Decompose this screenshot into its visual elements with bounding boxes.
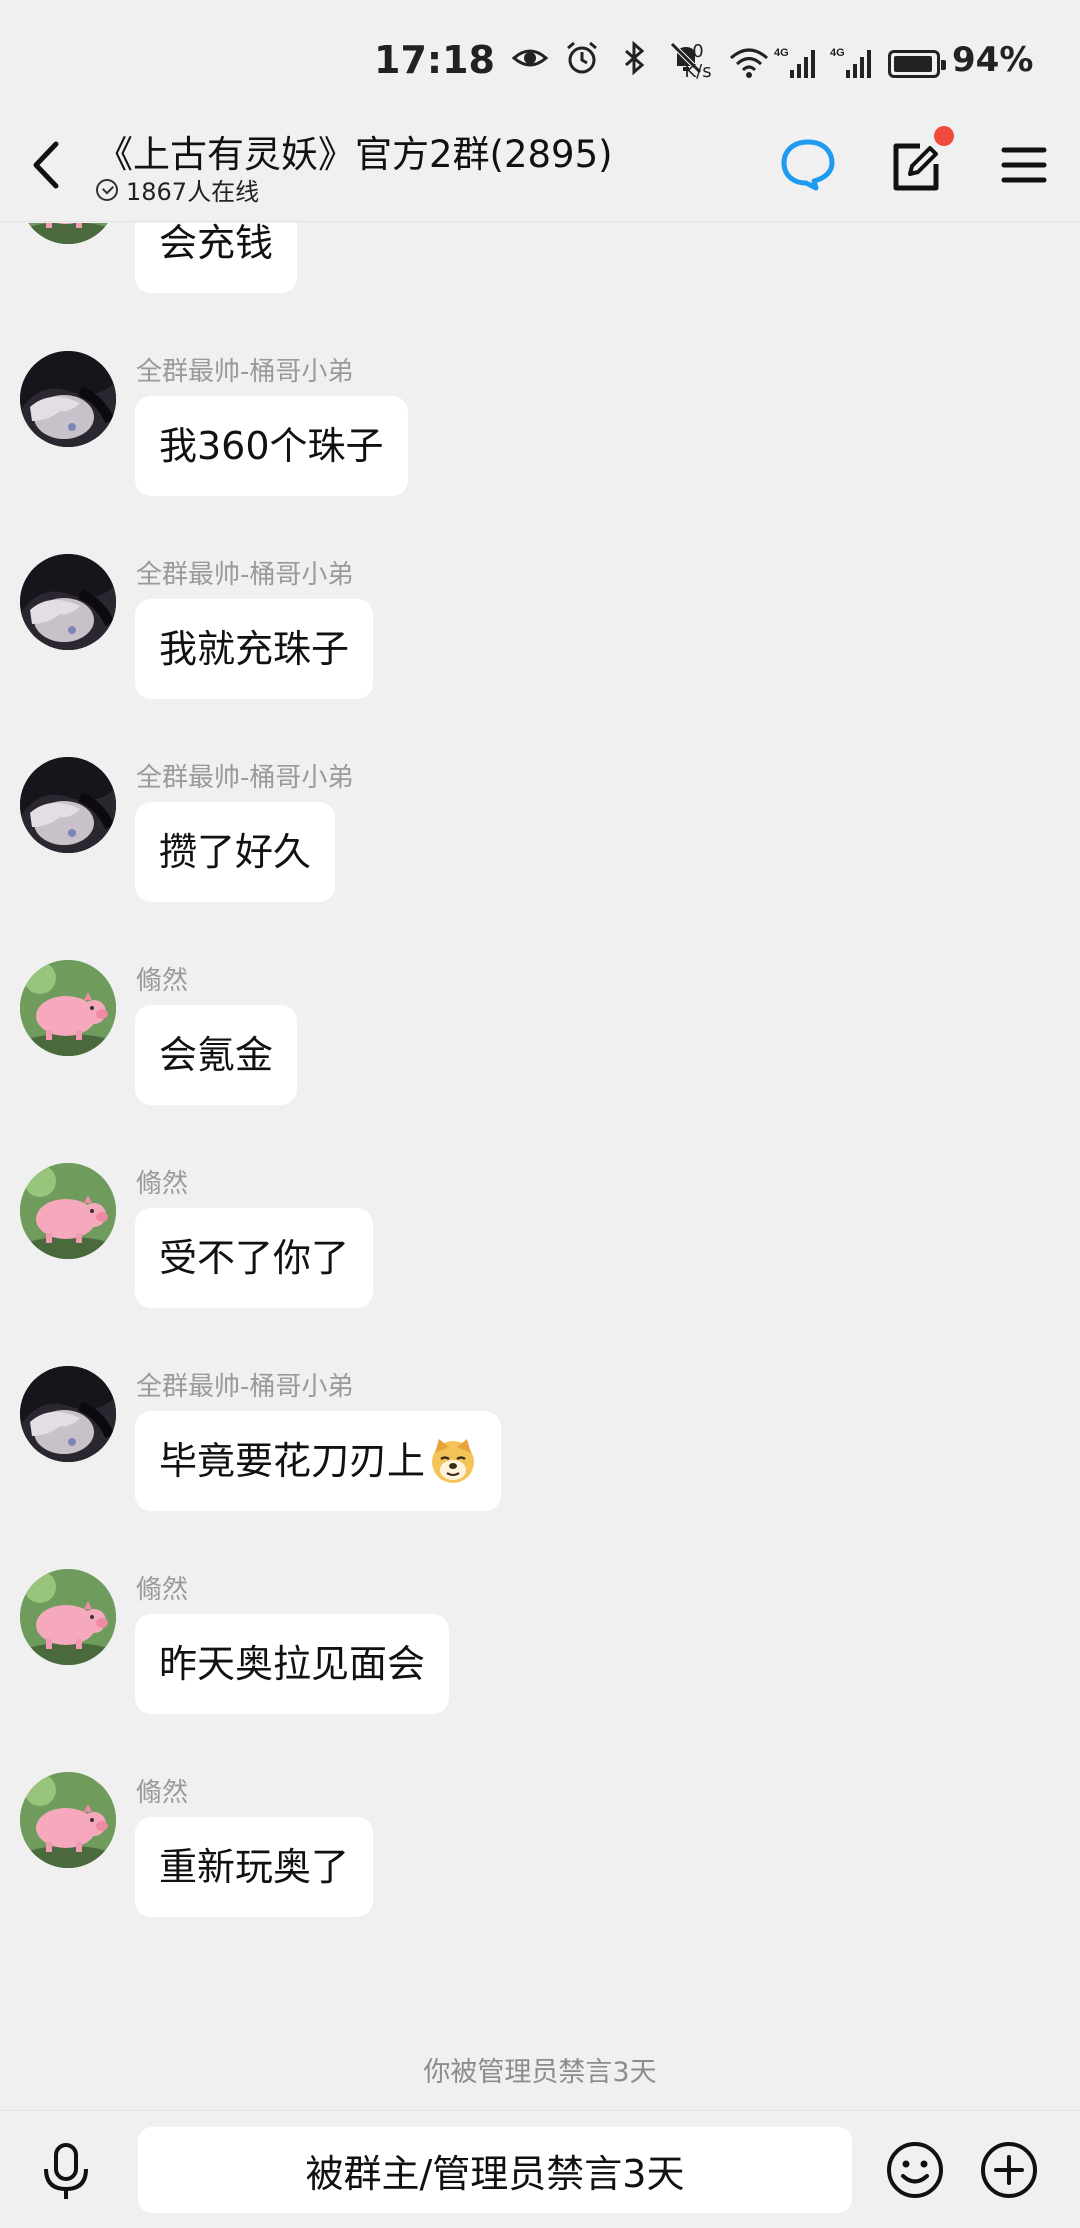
- message-bubble[interactable]: 攒了好久: [135, 802, 336, 902]
- message-bubble[interactable]: 受不了你了: [135, 1208, 374, 1308]
- eye-icon: [512, 49, 548, 67]
- battery-fill: [894, 56, 932, 72]
- back-button[interactable]: [20, 132, 76, 198]
- message-bubble[interactable]: 会氪金: [135, 1005, 298, 1105]
- sender-name[interactable]: 全群最帅-桶哥小弟: [136, 351, 353, 388]
- signal-icon: 4G: [830, 47, 871, 78]
- message-text: 会充钱: [159, 223, 274, 265]
- chat-bubble-icon[interactable]: [776, 132, 840, 198]
- message-text: 攒了好久: [159, 830, 312, 874]
- wifi-icon: [730, 48, 768, 78]
- anime-girl-avatar[interactable]: [20, 554, 116, 650]
- doge-emoji-icon: [432, 1439, 475, 1483]
- message-bubble[interactable]: 我就充珠子: [135, 599, 374, 699]
- message-text: 昨天奥拉见面会: [159, 1642, 426, 1686]
- message-text: 受不了你了: [159, 1236, 350, 1280]
- sender-name[interactable]: 翛然: [136, 1772, 188, 1809]
- plus-circle-icon[interactable]: [978, 2139, 1040, 2201]
- smiley-icon[interactable]: [884, 2139, 946, 2201]
- message-text: 毕竟要花刀刃上: [159, 1439, 426, 1483]
- pig-avatar[interactable]: [20, 960, 116, 1056]
- status-bar: 17:18 0 K/s 4G 4G 94%: [0, 0, 1080, 110]
- message-bubble[interactable]: 会充钱: [135, 223, 298, 293]
- signal-label-2: 4G: [830, 47, 845, 59]
- system-notice: 你被管理员禁言3天: [423, 2057, 657, 2088]
- message-bubble[interactable]: 毕竟要花刀刃上: [135, 1411, 502, 1511]
- sender-name[interactable]: 全群最帅-桶哥小弟: [136, 554, 353, 591]
- signal-label-1: 4G: [774, 47, 789, 59]
- battery-percent: 94%: [952, 40, 1034, 80]
- network-speed: 0 K/s: [678, 42, 718, 82]
- pig-avatar[interactable]: [20, 223, 116, 244]
- microphone-icon[interactable]: [38, 2141, 94, 2203]
- message-text: 我360个珠子: [159, 424, 384, 468]
- sender-name[interactable]: 翛然: [136, 1163, 188, 1200]
- message-bubble[interactable]: 我360个珠子: [135, 396, 408, 496]
- sender-name[interactable]: 全群最帅-桶哥小弟: [136, 757, 353, 794]
- chat-screen: 17:18 0 K/s 4G 4G 94% 《上古有灵妖》官方2群(2895) …: [0, 0, 1080, 2228]
- chat-header: 《上古有灵妖》官方2群(2895) 1867人在线: [0, 110, 1080, 222]
- online-count-text: 1867人在线: [126, 178, 260, 206]
- alarm-icon: [567, 41, 597, 74]
- bluetooth-icon: [625, 40, 645, 76]
- sender-name[interactable]: 翛然: [136, 1569, 188, 1606]
- anime-girl-avatar[interactable]: [20, 1366, 116, 1462]
- notification-dot: [934, 126, 954, 146]
- sender-name[interactable]: 全群最帅-桶哥小弟: [136, 1366, 353, 1403]
- pig-avatar[interactable]: [20, 1163, 116, 1259]
- pig-avatar[interactable]: [20, 1772, 116, 1868]
- status-icons: [512, 40, 704, 76]
- message-text: 会氪金: [159, 1033, 274, 1077]
- message-list[interactable]: 会充钱 全群最帅-桶哥小弟 我360个珠子 全群最帅-桶哥小弟 我就充珠子 全群最帅-桶哥…: [0, 223, 1080, 2110]
- group-title[interactable]: 《上古有灵妖》官方2群(2895): [96, 124, 613, 178]
- anime-girl-avatar[interactable]: [20, 351, 116, 447]
- message-bubble[interactable]: 昨天奥拉见面会: [135, 1614, 450, 1714]
- pig-avatar[interactable]: [20, 1569, 116, 1665]
- status-time: 17:18: [374, 38, 495, 82]
- anime-girl-avatar[interactable]: [20, 757, 116, 853]
- message-input[interactable]: 被群主/管理员禁言3天: [138, 2127, 852, 2213]
- battery-icon: [888, 50, 946, 78]
- message-text: 重新玩奥了: [159, 1845, 350, 1889]
- network-speed-unit: K/s: [684, 61, 712, 82]
- check-circle-icon: [96, 178, 118, 201]
- menu-icon[interactable]: [992, 132, 1056, 198]
- network-speed-value: 0: [692, 41, 704, 62]
- battery-tip: [941, 60, 946, 70]
- signal-icon: 4G: [774, 47, 815, 78]
- online-count[interactable]: 1867人在线: [96, 172, 259, 207]
- sender-name[interactable]: 翛然: [136, 960, 188, 997]
- message-text: 我就充珠子: [159, 627, 350, 671]
- message-bubble[interactable]: 重新玩奥了: [135, 1817, 374, 1917]
- input-bar: 被群主/管理员禁言3天: [0, 2110, 1080, 2228]
